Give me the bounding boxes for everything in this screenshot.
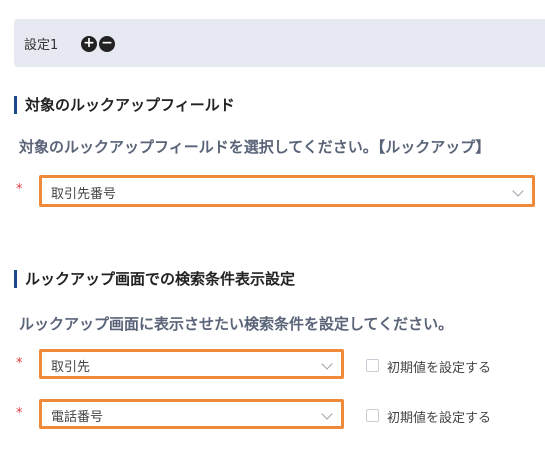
section-title-lookup-field: 対象のルックアップフィールド <box>14 96 235 114</box>
plus-circle-icon[interactable]: + <box>81 36 97 52</box>
chevron-down-icon <box>321 408 333 420</box>
section-description-lookup-field: 対象のルックアップフィールドを選択してください。【ルックアップ】 <box>19 138 491 156</box>
section-title-search-conditions: ルックアップ画面での検索条件表示設定 <box>14 270 295 288</box>
lookup-field-select[interactable]: 取引先番号 <box>39 175 535 207</box>
required-mark: * <box>16 182 23 197</box>
section-description-search-conditions: ルックアップ画面に表示させたい検索条件を設定してください。 <box>19 315 454 333</box>
settings-title: 設定1 <box>24 38 59 53</box>
required-mark: * <box>16 406 23 421</box>
search-condition-select-2[interactable]: 電話番号 <box>39 399 344 429</box>
lookup-field-select-value: 取引先番号 <box>51 187 117 202</box>
required-mark: * <box>16 356 23 371</box>
initial-value-checkbox-2[interactable] <box>366 409 379 422</box>
initial-value-checkbox-1[interactable] <box>366 359 379 372</box>
settings-header: 設定1 + − <box>14 19 545 67</box>
search-condition-select-2-value: 電話番号 <box>51 410 104 425</box>
initial-value-label-2: 初期値を設定する <box>387 411 492 426</box>
chevron-down-icon <box>512 185 524 197</box>
chevron-down-icon <box>321 358 333 370</box>
search-condition-select-1-value: 取引先 <box>51 360 91 375</box>
search-condition-select-1[interactable]: 取引先 <box>39 349 344 379</box>
initial-value-label-1: 初期値を設定する <box>387 361 492 376</box>
minus-circle-icon[interactable]: − <box>99 36 115 52</box>
